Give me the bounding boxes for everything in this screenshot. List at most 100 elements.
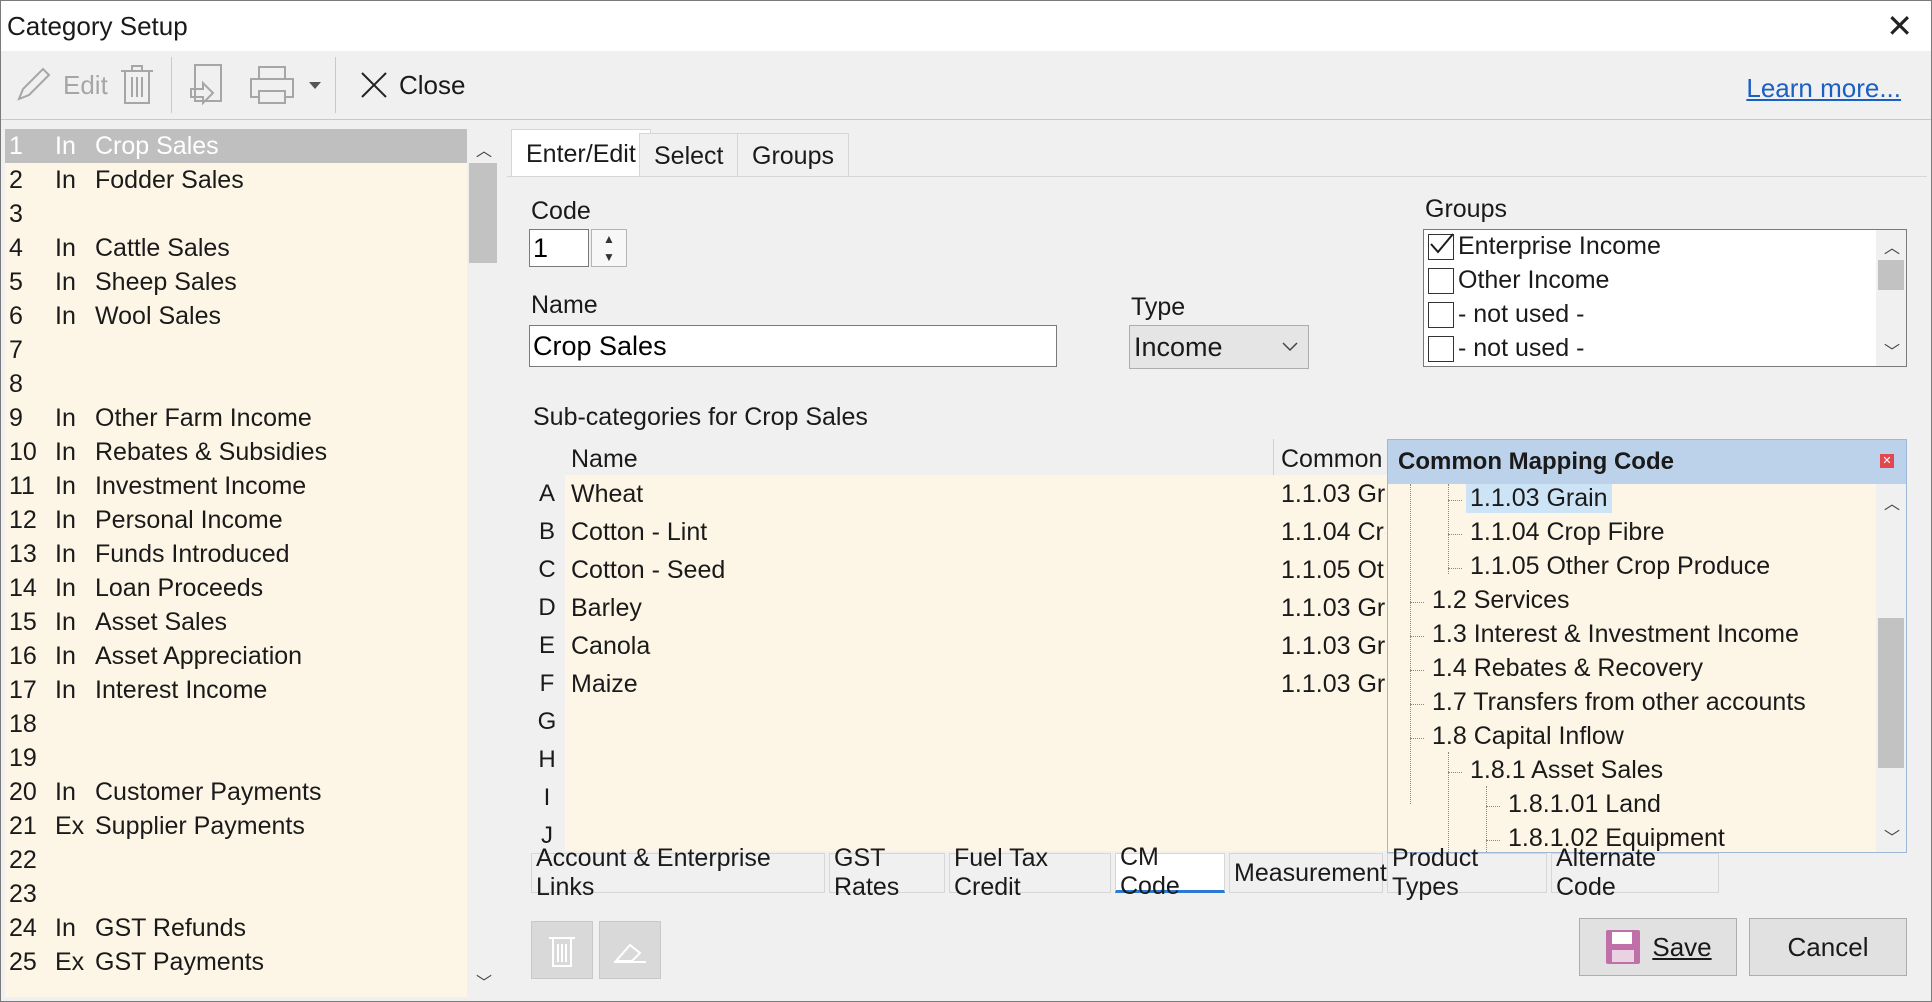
common-code-cell[interactable]: 1.1.05 Other Crop Produce xyxy=(1281,556,1385,585)
scroll-down-arrow[interactable]: ﹀ xyxy=(1884,824,1900,848)
subcategory-row[interactable]: H xyxy=(529,741,1387,779)
category-row[interactable]: 8 xyxy=(5,367,467,401)
category-row[interactable]: 7 xyxy=(5,333,467,367)
tab-cm-code[interactable]: CM Code xyxy=(1115,843,1225,900)
close-button[interactable]: Close xyxy=(359,61,465,109)
category-row[interactable]: 22 xyxy=(5,843,467,877)
save-button[interactable]: Save xyxy=(1579,918,1737,976)
checkbox-not-used[interactable] xyxy=(1428,336,1454,362)
cancel-button[interactable]: Cancel xyxy=(1749,918,1907,976)
name-input[interactable] xyxy=(529,325,1057,367)
type-select[interactable]: Income xyxy=(1129,325,1309,369)
popup-scrollbar[interactable]: ︿ ﹀ xyxy=(1876,484,1906,852)
scroll-thumb[interactable] xyxy=(1878,618,1904,768)
tree-node[interactable]: 1.2 Services xyxy=(1432,586,1570,615)
common-code-cell[interactable]: 1.1.03 Grain xyxy=(1281,480,1385,509)
tab-measurement[interactable]: Measurement xyxy=(1229,853,1387,893)
category-row[interactable]: 17 In Interest Income xyxy=(5,673,467,707)
tree-node[interactable]: 1.8.1 Asset Sales xyxy=(1470,756,1663,785)
category-row[interactable]: 24 In GST Refunds xyxy=(5,911,467,945)
export-button[interactable] xyxy=(187,61,231,109)
scroll-thumb[interactable] xyxy=(1878,260,1904,290)
category-row[interactable]: 21 Ex Supplier Payments xyxy=(5,809,467,843)
category-row[interactable]: 14 In Loan Proceeds xyxy=(5,571,467,605)
category-row[interactable]: 25 Ex GST Payments xyxy=(5,945,467,979)
edit-button[interactable]: Edit xyxy=(13,61,108,109)
tab-enter-edit[interactable]: Enter/Edit xyxy=(511,129,651,178)
edit-subcategory-button[interactable] xyxy=(599,921,661,979)
code-input[interactable] xyxy=(529,229,589,267)
subcategory-row[interactable]: I xyxy=(529,779,1387,817)
category-list-scrollbar[interactable]: ︿ ﹀ xyxy=(467,129,497,997)
category-row[interactable]: 23 xyxy=(5,877,467,911)
spin-down-icon[interactable]: ▼ xyxy=(592,248,626,266)
common-mapping-popup[interactable]: Common Mapping Code ✕ 1.1.03 Grain 1.1.0… xyxy=(1387,439,1907,853)
common-code-cell[interactable]: 1.1.03 Grain xyxy=(1281,670,1385,699)
category-row[interactable]: 9 In Other Farm Income xyxy=(5,401,467,435)
category-row[interactable]: 3 xyxy=(5,197,467,231)
category-row[interactable]: 18 xyxy=(5,707,467,741)
common-code-cell[interactable]: 1.1.03 Grain xyxy=(1281,594,1385,623)
scroll-up-arrow[interactable]: ︿ xyxy=(476,137,492,161)
tree-node-selected[interactable]: 1.1.03 Grain xyxy=(1466,484,1612,513)
delete-button[interactable] xyxy=(119,61,155,109)
column-header-common[interactable]: Common xyxy=(1281,445,1382,474)
subcategory-grid[interactable]: AWheat 1.1.03 Grain BCotton - Lint 1.1.04 C… xyxy=(529,475,1387,855)
checkbox-enterprise-income[interactable] xyxy=(1428,233,1454,260)
tab-groups[interactable]: Groups xyxy=(737,133,849,179)
category-row[interactable]: 20 In Customer Payments xyxy=(5,775,467,809)
scroll-up-arrow[interactable]: ︿ xyxy=(1884,234,1900,258)
category-row[interactable]: 4 In Cattle Sales xyxy=(5,231,467,265)
subcategory-row[interactable]: G xyxy=(529,703,1387,741)
tree-node[interactable]: 1.3 Interest & Investment Income xyxy=(1432,620,1799,649)
print-dropdown-button[interactable] xyxy=(307,61,323,109)
common-code-cell[interactable]: 1.1.03 Grain xyxy=(1281,632,1385,661)
subcategory-name[interactable]: Wheat xyxy=(571,480,643,509)
checkbox-other-income[interactable] xyxy=(1428,268,1454,294)
category-row[interactable]: 13 In Funds Introduced xyxy=(5,537,467,571)
subcategory-name[interactable]: Cotton - Lint xyxy=(571,518,707,547)
category-row[interactable]: 11 In Investment Income xyxy=(5,469,467,503)
tab-alternate-code[interactable]: Alternate Code xyxy=(1551,844,1719,901)
category-row-selected[interactable]: 1 In Crop Sales xyxy=(5,129,467,163)
code-spinner[interactable]: ▲ ▼ xyxy=(591,229,627,267)
tree-node[interactable]: 1.8.1.01 Land xyxy=(1508,790,1661,819)
category-row[interactable]: 15 In Asset Sales xyxy=(5,605,467,639)
spin-up-icon[interactable]: ▲ xyxy=(592,230,626,248)
category-row[interactable]: 5 In Sheep Sales xyxy=(5,265,467,299)
print-button[interactable] xyxy=(247,61,297,109)
tree-node[interactable]: 1.7 Transfers from other accounts xyxy=(1432,688,1806,717)
tree-node[interactable]: 1.1.04 Crop Fibre xyxy=(1470,518,1665,547)
subcategory-row[interactable]: DBarley 1.1.03 Grain xyxy=(529,589,1387,627)
category-list[interactable]: 1 In Crop Sales 2 In Fodder Sales 3 4 In Cattle S… xyxy=(5,129,467,997)
subcategory-row[interactable]: ECanola 1.1.03 Grain xyxy=(529,627,1387,665)
scroll-down-arrow[interactable]: ﹀ xyxy=(1884,338,1900,362)
subcategory-row[interactable]: FMaize 1.1.03 Grain xyxy=(529,665,1387,703)
scroll-thumb[interactable] xyxy=(469,163,497,263)
groups-scrollbar[interactable]: ︿ ﹀ xyxy=(1876,230,1906,366)
category-row[interactable]: 10 In Rebates & Subsidies xyxy=(5,435,467,469)
tab-product-types[interactable]: Product Types xyxy=(1387,844,1547,901)
tree-node[interactable]: 1.8 Capital Inflow xyxy=(1432,722,1624,751)
tree-node[interactable]: 1.4 Rebates & Recovery xyxy=(1432,654,1703,683)
tree-node[interactable]: 1.1.05 Other Crop Produce xyxy=(1470,552,1770,581)
subcategory-row[interactable]: AWheat 1.1.03 Grain xyxy=(529,475,1387,513)
subcategory-name[interactable]: Canola xyxy=(571,632,650,661)
delete-subcategory-button[interactable] xyxy=(531,921,593,979)
checkbox-not-used[interactable] xyxy=(1428,302,1454,328)
groups-checklist[interactable]: Enterprise Income Other Income - not use… xyxy=(1423,229,1907,367)
popup-close-icon[interactable]: ✕ xyxy=(1880,454,1894,468)
window-close-button[interactable]: ✕ xyxy=(1886,7,1913,45)
subcategory-row[interactable]: BCotton - Lint 1.1.04 Crop Fibre xyxy=(529,513,1387,551)
tab-fuel-tax-credit[interactable]: Fuel Tax Credit xyxy=(949,844,1111,901)
category-row[interactable]: 19 xyxy=(5,741,467,775)
learn-more-link[interactable]: Learn more... xyxy=(1746,73,1901,104)
category-row[interactable]: 12 In Personal Income xyxy=(5,503,467,537)
category-row[interactable]: 6 In Wool Sales xyxy=(5,299,467,333)
subcategory-row[interactable]: CCotton - Seed 1.1.05 Other Crop Produce xyxy=(529,551,1387,589)
subcategory-name[interactable]: Cotton - Seed xyxy=(571,556,725,585)
subcategory-name[interactable]: Barley xyxy=(571,594,642,623)
category-row[interactable]: 16 In Asset Appreciation xyxy=(5,639,467,673)
category-row[interactable]: 2 In Fodder Sales xyxy=(5,163,467,197)
common-code-cell[interactable]: 1.1.04 Crop Fibre xyxy=(1281,518,1385,547)
